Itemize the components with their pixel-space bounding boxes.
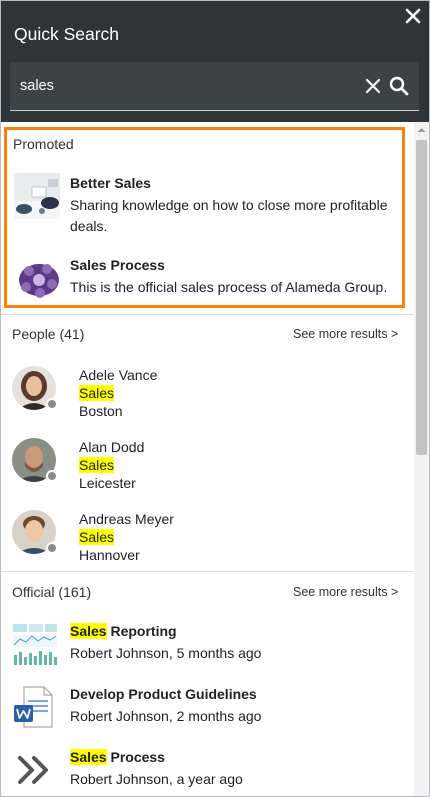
document-result[interactable]: Sales Reporting Robert Johnson, 5 months…	[1, 621, 414, 681]
document-title: Sales Process	[70, 749, 165, 765]
document-meta: Robert Johnson, 5 months ago	[70, 645, 262, 661]
promoted-item[interactable]: Better Sales Sharing knowledge on how to…	[11, 173, 401, 234]
document-meta: Robert Johnson, 2 months ago	[70, 708, 262, 724]
person-result[interactable]: Alan Dodd Sales Leicester	[1, 435, 414, 503]
people-see-more-link[interactable]: See more results >	[293, 327, 398, 341]
document-result[interactable]: Develop Product Guidelines Robert Johnso…	[1, 684, 414, 744]
report-thumbnail	[12, 621, 58, 667]
person-location: Leicester	[79, 475, 136, 491]
promoted-item[interactable]: Sales Process This is the official sales…	[11, 255, 401, 303]
double-chevron-icon	[12, 747, 58, 793]
promoted-item-description: This is the official sales process of Al…	[70, 279, 388, 295]
people-label: People (41)	[12, 326, 85, 342]
promoted-item-title: Sales Process	[70, 257, 165, 273]
person-name: Adele Vance	[79, 367, 158, 383]
quick-search-panel: Quick Search Promoted	[0, 0, 430, 797]
person-location: Boston	[79, 403, 123, 419]
search-input[interactable]	[10, 62, 350, 110]
header: Quick Search	[1, 1, 429, 122]
results-list: Promoted Better Sales Sharing knowledge …	[1, 122, 414, 796]
panel-title: Quick Search	[14, 24, 120, 44]
scrollbar-thumb[interactable]	[416, 140, 427, 455]
official-label: Official (161)	[12, 584, 92, 600]
clear-icon[interactable]	[364, 77, 382, 95]
person-result[interactable]: Andreas Meyer Sales Hannover	[1, 507, 414, 575]
person-name: Alan Dodd	[79, 439, 145, 455]
person-department: Sales	[79, 457, 115, 473]
word-document-icon	[12, 684, 58, 730]
document-meta: Robert Johnson, a year ago	[70, 771, 243, 787]
presence-status-icon	[46, 470, 58, 482]
scrollbar[interactable]	[414, 122, 429, 796]
official-see-more-link[interactable]: See more results >	[293, 585, 398, 599]
document-title: Develop Product Guidelines	[70, 686, 257, 702]
scroll-up-arrow-icon[interactable]	[414, 124, 429, 136]
divider	[1, 314, 414, 315]
presence-status-icon	[46, 542, 58, 554]
document-title: Sales Reporting	[70, 623, 177, 639]
divider	[1, 571, 414, 572]
person-department: Sales	[79, 385, 115, 401]
document-result[interactable]: Sales Process Robert Johnson, a year ago	[1, 747, 414, 796]
person-result[interactable]: Adele Vance Sales Boston	[1, 363, 414, 431]
person-location: Hannover	[79, 547, 140, 563]
promoted-item-description: Sharing knowledge on how to close more p…	[70, 197, 388, 234]
search-icon[interactable]	[388, 75, 410, 97]
promoted-item-title: Better Sales	[70, 175, 151, 191]
promoted-section: Promoted Better Sales Sharing knowledge …	[4, 127, 405, 308]
meeting-photo	[14, 173, 60, 219]
person-name: Andreas Meyer	[79, 511, 174, 527]
close-icon[interactable]	[403, 6, 423, 26]
promoted-label: Promoted	[13, 136, 74, 152]
search-box	[10, 62, 419, 111]
process-diagram	[14, 257, 60, 303]
presence-status-icon	[46, 398, 58, 410]
person-department: Sales	[79, 529, 115, 545]
